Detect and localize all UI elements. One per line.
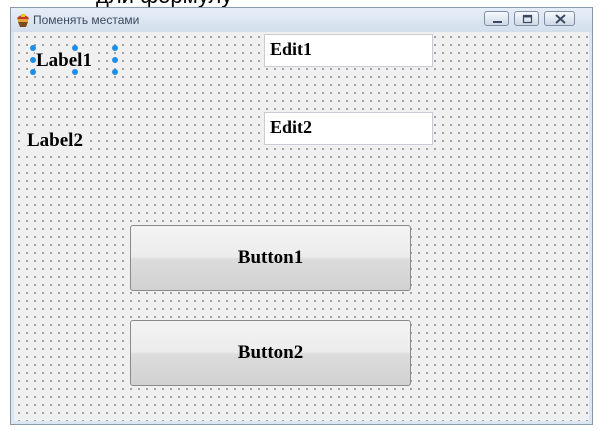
selection-handle-top-left[interactable]	[30, 45, 36, 51]
close-button[interactable]	[544, 11, 575, 26]
label2[interactable]: Label2	[26, 130, 84, 152]
selection-handle-bottom-right[interactable]	[112, 69, 118, 75]
selection-handle-middle-right[interactable]	[112, 57, 118, 63]
maximize-button[interactable]	[514, 11, 539, 26]
title-bar[interactable]: Поменять местами	[11, 8, 592, 32]
minimize-button[interactable]	[484, 11, 509, 26]
close-icon	[555, 14, 566, 24]
label1[interactable]: Label1	[35, 50, 93, 72]
form-designer-window: Поменять местами Label1 Edit1 Label2 Edi…	[10, 7, 593, 425]
selection-handle-bottom-left[interactable]	[30, 69, 36, 75]
selection-handle-top-center[interactable]	[72, 45, 78, 51]
button1[interactable]: Button1	[130, 225, 411, 291]
minimize-icon	[493, 21, 502, 23]
edit1-input[interactable]: Edit1	[264, 34, 433, 67]
edit2-input[interactable]: Edit2	[264, 112, 433, 145]
app-icon	[15, 12, 31, 27]
selection-handle-bottom-center[interactable]	[72, 69, 78, 75]
maximize-icon	[522, 14, 533, 24]
selection-handle-middle-left[interactable]	[30, 57, 36, 63]
window-title: Поменять местами	[33, 13, 140, 27]
form-design-surface[interactable]: Label1 Edit1 Label2 Edit2 Button1 Button…	[14, 32, 589, 421]
button2[interactable]: Button2	[130, 320, 411, 386]
selection-handle-top-right[interactable]	[112, 45, 118, 51]
